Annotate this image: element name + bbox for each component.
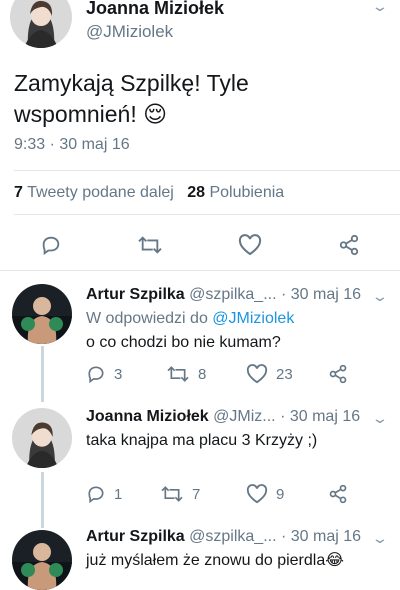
- likes-count[interactable]: 28: [187, 184, 205, 201]
- like-button[interactable]: 9: [246, 484, 284, 504]
- reply-time[interactable]: · 30 maj 16: [281, 528, 361, 545]
- tweet-text-line: Zamykają Szpilkę! Tyle: [14, 70, 249, 96]
- reply-time[interactable]: · 30 maj 16: [280, 408, 360, 425]
- share-icon: [329, 484, 347, 504]
- like-count: 9: [276, 485, 285, 503]
- share-icon: [329, 364, 347, 384]
- reply-header: Artur Szpilka @szpilka_... · 30 maj 16: [86, 286, 361, 304]
- reply-text: o co chodzi bo nie kumam?: [86, 334, 281, 351]
- retweet-button[interactable]: [137, 234, 163, 256]
- author-handle[interactable]: @JMiz...: [213, 408, 275, 425]
- author-name[interactable]: Joanna Miziołek: [86, 408, 209, 425]
- divider: [0, 270, 400, 271]
- reply-header: Joanna Miziołek @JMiz... · 30 maj 16: [86, 408, 360, 426]
- reply-count: 3: [114, 365, 123, 383]
- share-button[interactable]: [328, 484, 348, 504]
- retweet-button[interactable]: 7: [160, 484, 200, 504]
- thread-line: [41, 472, 44, 528]
- engagement-stats: 7 Tweety podane dalej 28 Polubienia: [14, 184, 284, 202]
- reply-button[interactable]: 1: [86, 484, 122, 504]
- heart-icon: [246, 364, 268, 384]
- likes-label[interactable]: Polubienia: [209, 184, 284, 201]
- tweet-text-line: wspomnień! 😌: [14, 101, 168, 127]
- retweet-icon: [161, 486, 183, 502]
- like-button[interactable]: [238, 234, 262, 256]
- like-button[interactable]: 23: [246, 364, 293, 384]
- main-tweet: Joanna Miziołek @JMiziolek ⌄ Zamykają Sz…: [0, 0, 400, 272]
- retweet-icon: [167, 366, 189, 382]
- reply-button[interactable]: 3: [86, 364, 122, 384]
- author-name[interactable]: Joanna Miziołek: [86, 0, 224, 19]
- author-handle[interactable]: @szpilka_...: [189, 528, 276, 545]
- chevron-down-icon[interactable]: ⌄: [371, 410, 389, 427]
- reply-button[interactable]: [40, 234, 62, 256]
- retweet-count: 8: [198, 365, 207, 383]
- reply-context: W odpowiedzi do @JMiziolek: [86, 310, 294, 328]
- reply-icon: [42, 236, 60, 256]
- reply-icon: [88, 486, 104, 504]
- divider: [14, 170, 400, 171]
- retweets-count[interactable]: 7: [14, 184, 23, 201]
- share-button[interactable]: [328, 364, 348, 384]
- thread-line: [41, 346, 44, 402]
- reply-text: już myślałem że znowu do pierdla😂: [86, 552, 344, 569]
- retweets-label[interactable]: Tweety podane dalej: [27, 184, 174, 201]
- author-handle[interactable]: @szpilka_...: [189, 286, 276, 303]
- share-icon: [339, 234, 359, 256]
- chevron-down-icon[interactable]: ⌄: [371, 530, 389, 547]
- timestamp[interactable]: 9:33 · 30 maj 16: [14, 136, 130, 154]
- reply-time[interactable]: · 30 maj 16: [281, 286, 361, 303]
- retweet-count: 7: [192, 485, 201, 503]
- retweet-icon: [138, 236, 162, 254]
- reply-text: taka knajpa ma placu 3 Krzyży ;): [86, 432, 318, 449]
- heart-icon: [238, 234, 262, 256]
- avatar[interactable]: [12, 530, 72, 590]
- author-name[interactable]: Artur Szpilka: [86, 286, 185, 303]
- tweet-actions: [0, 228, 400, 262]
- retweet-button[interactable]: 8: [166, 364, 206, 384]
- reply-to-label: W odpowiedzi do: [86, 310, 208, 327]
- heart-icon: [246, 484, 268, 504]
- reply-count: 1: [114, 485, 123, 503]
- like-count: 23: [276, 365, 293, 383]
- tweet-text: Zamykają Szpilkę! Tyle wspomnień! 😌: [14, 68, 354, 130]
- author-name[interactable]: Artur Szpilka: [86, 528, 185, 545]
- author-handle[interactable]: @JMiziolek: [86, 22, 173, 42]
- chevron-down-icon[interactable]: ⌄: [371, 0, 389, 15]
- reply-header: Artur Szpilka @szpilka_... · 30 maj 16: [86, 528, 361, 546]
- reply-to-handle[interactable]: @JMiziolek: [212, 310, 294, 327]
- share-button[interactable]: [338, 234, 360, 256]
- divider: [14, 214, 400, 215]
- chevron-down-icon[interactable]: ⌄: [371, 288, 389, 305]
- avatar[interactable]: [12, 284, 72, 344]
- avatar[interactable]: [10, 0, 72, 48]
- avatar[interactable]: [12, 408, 72, 468]
- reply-icon: [88, 366, 104, 384]
